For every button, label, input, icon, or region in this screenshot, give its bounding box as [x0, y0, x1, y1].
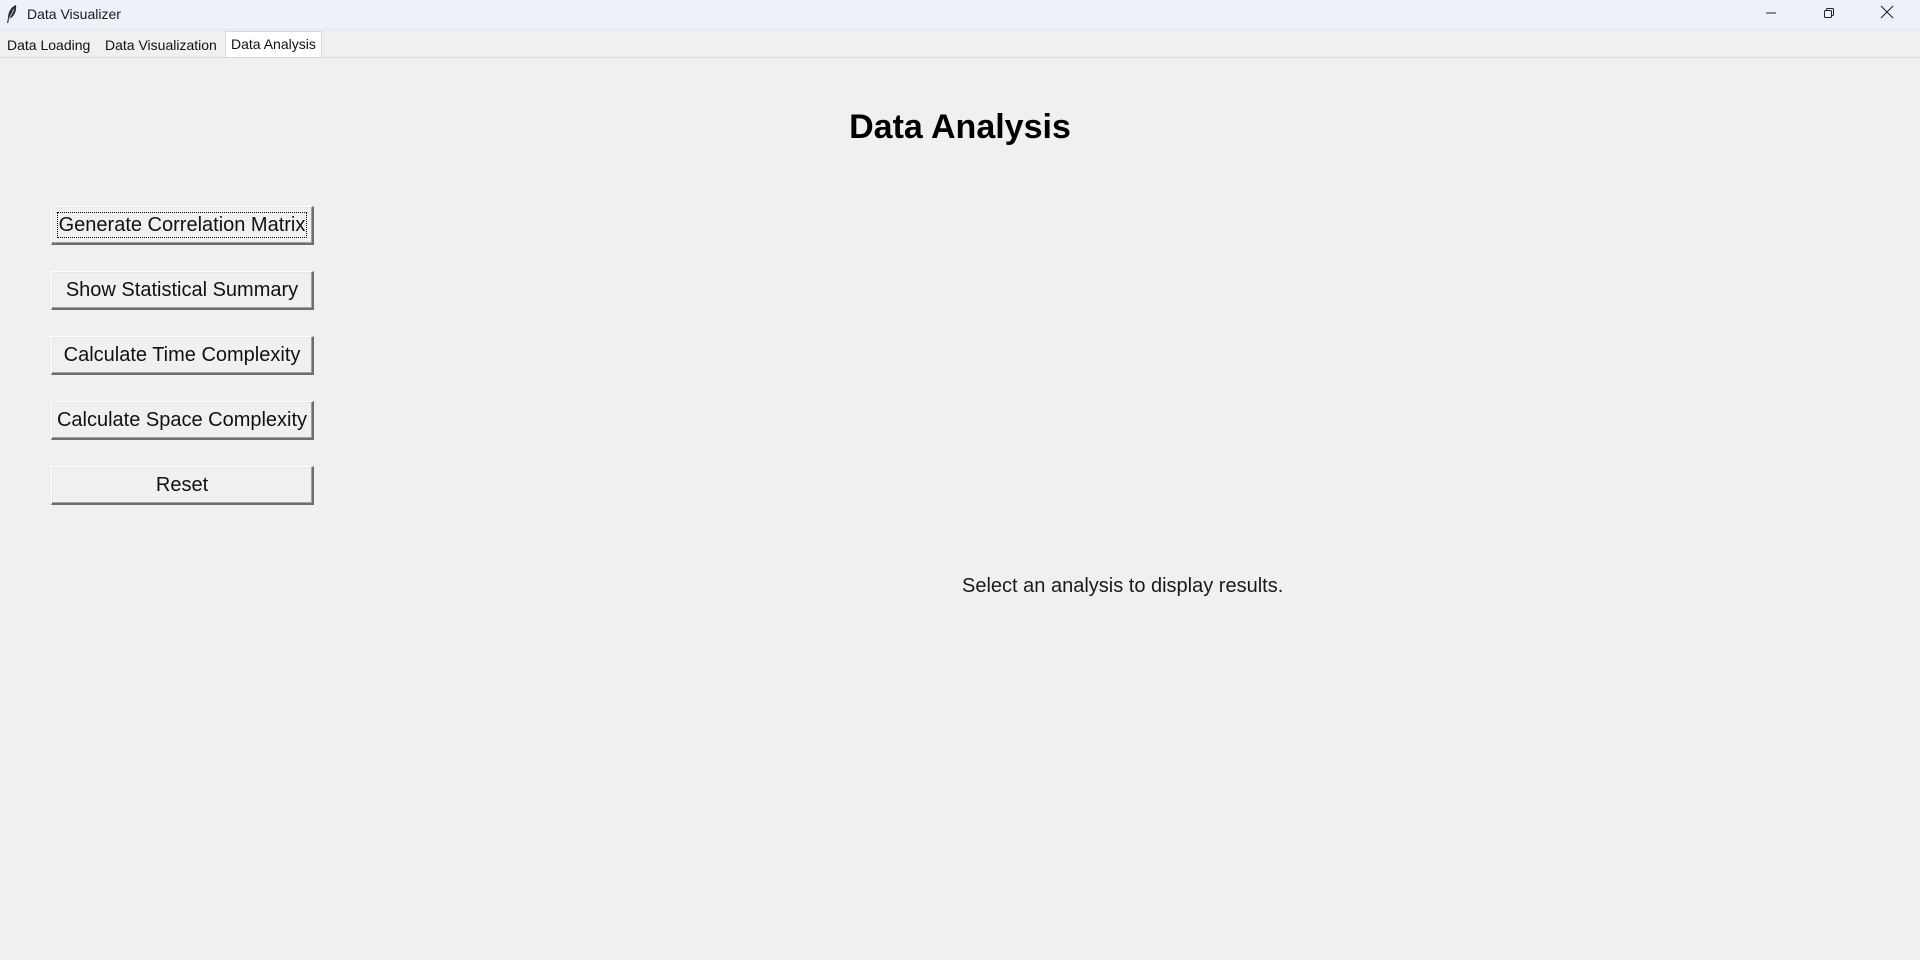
- button-label: Generate Correlation Matrix: [56, 212, 308, 238]
- reset-button[interactable]: Reset: [51, 466, 314, 505]
- generate-correlation-matrix-button[interactable]: Generate Correlation Matrix: [51, 206, 314, 245]
- calculate-time-complexity-button[interactable]: Calculate Time Complexity: [51, 336, 314, 375]
- tab-data-loading[interactable]: Data Loading: [3, 34, 94, 56]
- close-icon: [1880, 5, 1894, 24]
- analysis-result-text: Select an analysis to display results.: [962, 575, 1284, 597]
- button-label: Calculate Space Complexity: [56, 409, 308, 431]
- tab-bar: Data Loading Data Visualization Data Ana…: [0, 30, 1920, 58]
- restore-button[interactable]: [1800, 0, 1858, 29]
- restore-icon: [1823, 6, 1835, 24]
- close-button[interactable]: [1858, 0, 1916, 29]
- tab-data-visualization[interactable]: Data Visualization: [101, 34, 221, 56]
- page-title: Data Analysis: [0, 107, 1920, 147]
- tab-data-analysis[interactable]: Data Analysis: [225, 31, 322, 57]
- minimize-button[interactable]: [1742, 0, 1800, 29]
- app-window: Data Visualizer Data Loading Data Visual…: [0, 0, 1920, 960]
- page-title-text: Data Analysis: [849, 108, 1071, 146]
- show-statistical-summary-button[interactable]: Show Statistical Summary: [51, 271, 314, 310]
- minimize-icon: [1765, 6, 1777, 24]
- button-label: Calculate Time Complexity: [63, 344, 301, 366]
- window-title: Data Visualizer: [27, 6, 121, 22]
- button-label: Show Statistical Summary: [65, 279, 299, 301]
- calculate-space-complexity-button[interactable]: Calculate Space Complexity: [51, 401, 314, 440]
- button-label: Reset: [155, 474, 209, 496]
- feather-icon: [4, 4, 20, 24]
- title-bar: Data Visualizer: [0, 0, 1920, 30]
